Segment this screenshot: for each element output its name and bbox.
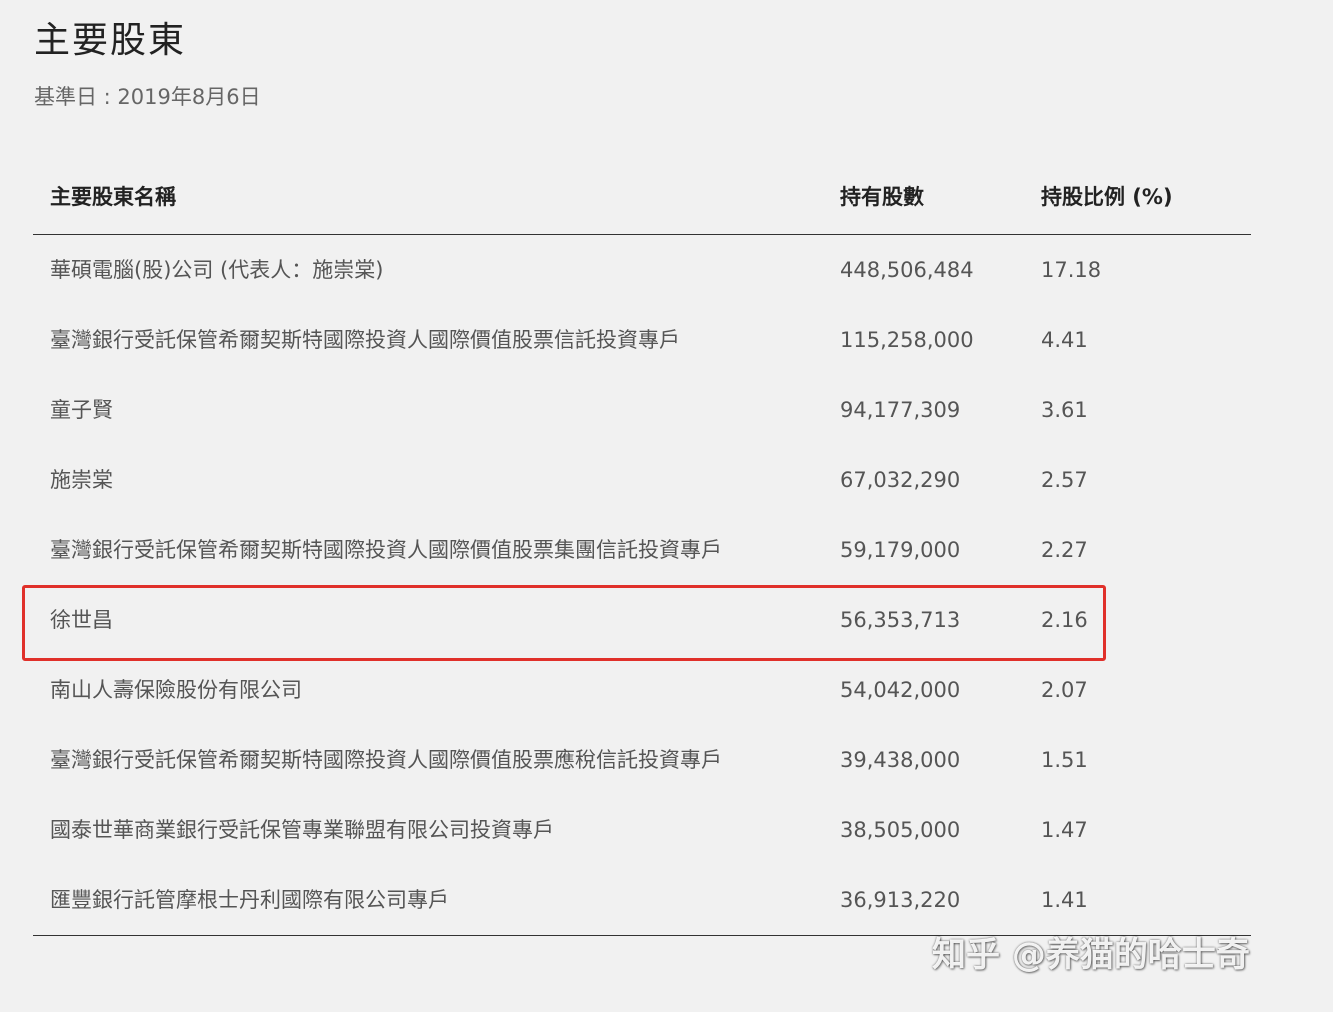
table-row: 臺灣銀行受託保管希爾契斯特國際投資人國際價值股票應稅信託投資專戶 39,438,… (33, 725, 1251, 795)
column-header-shares: 持有股數 (840, 185, 924, 209)
shares-held: 39,438,000 (840, 748, 961, 772)
shareholder-name: 華碩電腦(股)公司 (代表人：施崇棠) (50, 258, 384, 282)
holding-percentage: 2.57 (1041, 468, 1088, 492)
holding-percentage: 1.51 (1041, 748, 1088, 772)
shareholder-name: 臺灣銀行受託保管希爾契斯特國際投資人國際價值股票集團信託投資專戶 (50, 538, 722, 562)
shareholder-name: 施崇棠 (50, 468, 113, 492)
holding-percentage: 1.47 (1041, 818, 1088, 842)
shares-held: 38,505,000 (840, 818, 961, 842)
holding-percentage: 1.41 (1041, 888, 1088, 912)
shares-held: 67,032,290 (840, 468, 961, 492)
record-date: 基準日 : 2019年8月6日 (34, 85, 261, 109)
shareholders-table: 主要股東名稱 持有股數 持股比例 (%) 華碩電腦(股)公司 (代表人：施崇棠)… (33, 160, 1251, 936)
table-header: 主要股東名稱 持有股數 持股比例 (%) (33, 160, 1251, 235)
shareholder-name: 臺灣銀行受託保管希爾契斯特國際投資人國際價值股票信託投資專戶 (50, 328, 680, 352)
shares-held: 94,177,309 (840, 398, 961, 422)
table-row: 臺灣銀行受託保管希爾契斯特國際投資人國際價值股票集團信託投資專戶 59,179,… (33, 515, 1251, 585)
table-row: 臺灣銀行受託保管希爾契斯特國際投資人國際價值股票信託投資專戶 115,258,0… (33, 305, 1251, 375)
shareholder-name: 臺灣銀行受託保管希爾契斯特國際投資人國際價值股票應稅信託投資專戶 (50, 748, 722, 772)
table-row: 匯豐銀行託管摩根士丹利國際有限公司專戶 36,913,220 1.41 (33, 865, 1251, 935)
shareholder-name: 匯豐銀行託管摩根士丹利國際有限公司專戶 (50, 888, 449, 912)
table-row: 施崇棠 67,032,290 2.57 (33, 445, 1251, 515)
shareholder-name: 國泰世華商業銀行受託保管專業聯盟有限公司投資專戶 (50, 818, 554, 842)
table-row: 華碩電腦(股)公司 (代表人：施崇棠) 448,506,484 17.18 (33, 235, 1251, 305)
holding-percentage: 3.61 (1041, 398, 1088, 422)
holding-percentage: 17.18 (1041, 258, 1102, 282)
shares-held: 54,042,000 (840, 678, 961, 702)
column-header-name: 主要股東名稱 (50, 185, 176, 209)
shares-held: 36,913,220 (840, 888, 961, 912)
shareholder-name: 童子賢 (50, 398, 113, 422)
table-row: 童子賢 94,177,309 3.61 (33, 375, 1251, 445)
table-row: 南山人壽保險股份有限公司 54,042,000 2.07 (33, 655, 1251, 725)
highlight-box (22, 585, 1106, 661)
shares-held: 448,506,484 (840, 258, 974, 282)
shares-held: 115,258,000 (840, 328, 974, 352)
column-header-percentage: 持股比例 (%) (1041, 185, 1173, 209)
holding-percentage: 4.41 (1041, 328, 1088, 352)
watermark: 知乎 @养猫的哈士奇 (932, 935, 1250, 975)
holding-percentage: 2.07 (1041, 678, 1088, 702)
holding-percentage: 2.27 (1041, 538, 1088, 562)
page: 主要股東 基準日 : 2019年8月6日 主要股東名稱 持有股數 持股比例 (%… (0, 0, 1333, 1012)
table-row: 國泰世華商業銀行受託保管專業聯盟有限公司投資專戶 38,505,000 1.47 (33, 795, 1251, 865)
page-title: 主要股東 (34, 20, 187, 61)
shareholder-name: 南山人壽保險股份有限公司 (50, 678, 302, 702)
shares-held: 59,179,000 (840, 538, 961, 562)
